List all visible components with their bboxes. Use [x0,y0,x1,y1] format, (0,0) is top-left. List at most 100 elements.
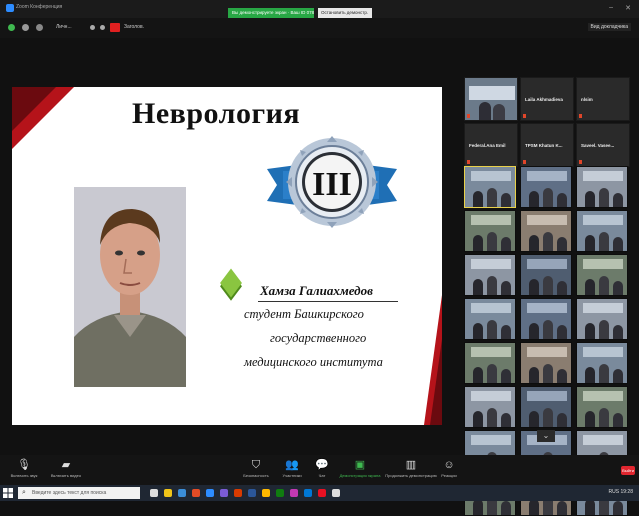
participant-video-tile[interactable] [576,386,628,428]
app-icon[interactable] [304,489,312,497]
participant-video-tile[interactable] [576,210,628,252]
app-icon[interactable] [220,489,228,497]
participant-video-tile[interactable] [520,210,572,252]
dot-icon [90,25,95,30]
search-icon: ⌕ [22,489,26,496]
muted-mic-icon [579,160,582,164]
toolbar-item-2[interactable]: Заголов. [124,24,144,30]
gallery-scroll-down-button[interactable]: ⌄ [537,430,555,442]
security-shield-icon[interactable] [8,24,15,31]
muted-mic-icon [467,160,470,164]
name-underline [258,301,398,302]
participants-button[interactable]: 👥 Участники [276,459,308,478]
participant-name-tile[interactable]: nlsim [576,77,630,121]
participant-video-tile[interactable] [520,386,572,428]
muted-mic-icon [523,160,526,164]
participant-video-tile[interactable] [520,342,572,384]
meeting-controls: 🎙 Включить звук ▰ Включить видео ⛉ Безопасн… [0,455,639,485]
participant-video-tile[interactable] [576,298,628,340]
file-explorer-icon[interactable] [164,489,172,497]
shield-icon: ⛉ [251,459,261,471]
taskbar-search-input[interactable]: Введите здесь текст для поиска [18,487,140,499]
pause-share-button[interactable]: ▥ Продолжить демонстрацию [384,459,438,478]
presenter-desc-line3: медицинского института [244,355,383,369]
participant-name-tile[interactable]: TPSM Khatun K... [520,123,574,167]
video-button[interactable]: ▰ Включить видео [46,459,86,478]
close-icon[interactable]: ✕ [625,4,631,12]
powerpoint-icon[interactable] [234,489,242,497]
zoom-taskbar-icon[interactable] [206,489,214,497]
app-icon[interactable] [318,489,326,497]
participant-video-tile[interactable] [576,342,628,384]
system-tray[interactable]: RUS 19:28 [609,489,633,495]
video-icon: ▰ [61,459,71,471]
word-icon[interactable] [248,489,256,497]
participant-video-tile[interactable] [464,342,516,384]
presenter-name: Хамза Галиахмедов [260,283,373,298]
end-meeting-button[interactable]: Выйти [621,466,635,475]
task-view-icon[interactable] [150,489,158,497]
muted-mic-icon [467,114,470,118]
participant-name: Federal.Ana Emil [469,143,506,148]
toolbar-item-1[interactable]: Личн... [56,24,72,30]
presenter-desc-line1: студент Башкирского [244,307,364,321]
stop-share-button[interactable]: Остановить демонстр. [318,8,372,18]
info-icon[interactable] [22,24,29,31]
dot-icon [100,25,105,30]
reactions-button[interactable]: ☺ Реакции [436,459,462,478]
os-taskbar: Введите здесь текст для поиска ⌕ RUS 19:… [0,485,639,501]
shared-screen-slide: Неврология III Хамза Галиахмедов студент… [12,87,442,425]
window-title: Zoom Конференция [16,4,63,10]
minimize-icon[interactable]: – [609,4,613,11]
view-mode-button[interactable]: Вид докладчика [587,23,631,31]
participant-name-tile[interactable]: Laila Akhmadieva [520,77,574,121]
muted-mic-icon [579,114,582,118]
edge-browser-icon[interactable] [178,489,186,497]
participant-video-tile[interactable] [464,298,516,340]
participant-name: TPSM Khatun K... [525,143,563,148]
participant-name: Saveel. Vasee... [581,143,615,148]
mic-icon: 🎙 [17,459,31,471]
participant-name: Laila Akhmadieva [525,97,563,102]
title-bar: Zoom Конференция Вы демонстрируете экран… [0,0,639,18]
participant-video-tile[interactable] [464,254,516,296]
presenter-desc-line2: государственного [270,331,367,345]
security-button[interactable]: ⛉ Безопасность [236,459,276,478]
participant-video-tile[interactable] [576,254,628,296]
participant-video-tile[interactable] [576,166,628,208]
app-icon[interactable] [332,489,340,497]
award-badge-icon: III [267,136,397,228]
share-screen-button[interactable]: ▣ Демонстрация экрана [338,459,382,478]
participant-video-tile[interactable] [520,166,572,208]
green-cube-icon [220,268,242,298]
participant-video-tile[interactable] [464,166,516,208]
slide-corner-decoration [12,87,56,131]
participant-video-tile[interactable] [520,298,572,340]
presenter-photo [74,187,186,387]
app-icon[interactable] [262,489,270,497]
reactions-icon: ☺ [443,459,455,471]
app-icon[interactable] [290,489,298,497]
zoom-logo-icon [6,4,14,12]
mute-button[interactable]: 🎙 Включить звук [6,459,42,478]
pause-icon: ▥ [405,459,417,471]
participant-video-tile[interactable] [464,210,516,252]
chat-button[interactable]: 💬 Чат [310,459,334,478]
participant-video-tile[interactable] [464,77,518,121]
excel-icon[interactable] [276,489,284,497]
windows-start-icon[interactable] [3,488,13,498]
share-icon: ▣ [354,459,366,471]
meeting-toolbar: Личн... Заголов. Вид докладчика [0,18,639,38]
participant-name-tile[interactable]: Saveel. Vasee... [576,123,630,167]
share-status-banner[interactable]: Вы демонстрируете экран · Ваш ID 0789 [228,8,314,18]
participant-video-tile[interactable] [464,386,516,428]
participant-name: nlsim [581,97,593,102]
settings-icon[interactable] [36,24,43,31]
recording-icon[interactable] [110,23,120,32]
chrome-icon[interactable] [192,489,200,497]
participants-icon: 👥 [285,459,299,471]
chat-icon: 💬 [315,459,329,471]
participant-video-tile[interactable] [520,254,572,296]
slide-corner-decoration [430,339,442,425]
participant-name-tile[interactable]: Federal.Ana Emil [464,123,518,167]
